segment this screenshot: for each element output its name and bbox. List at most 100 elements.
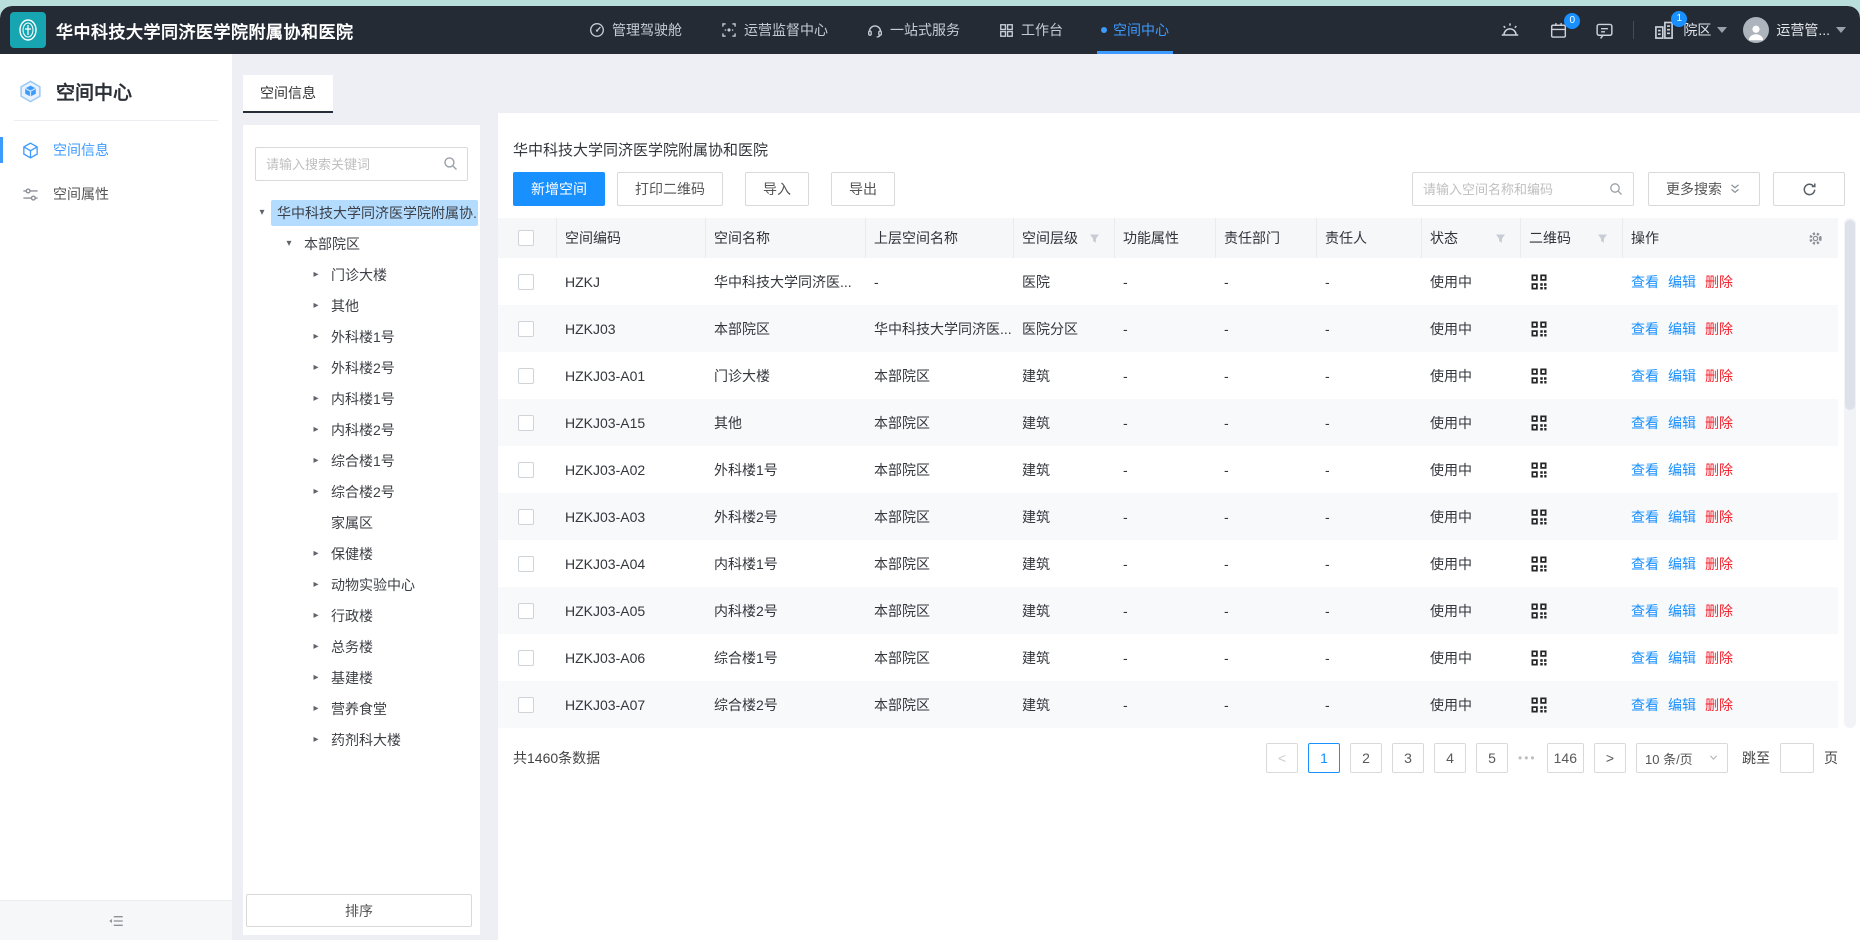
campus-icon[interactable]: 1 <box>1652 18 1676 42</box>
view-link[interactable]: 查看 <box>1631 460 1659 480</box>
page-button-last[interactable]: 146 <box>1547 743 1584 773</box>
nav-item-3[interactable]: 工作台 <box>998 6 1063 54</box>
delete-link[interactable]: 删除 <box>1705 554 1733 574</box>
page-button-3[interactable]: 3 <box>1392 743 1424 773</box>
qr-code-icon[interactable] <box>1529 648 1549 668</box>
user-label[interactable]: 运营管... <box>1776 20 1830 40</box>
row-checkbox[interactable] <box>518 321 534 337</box>
column-settings-icon[interactable] <box>1807 230 1824 247</box>
view-link[interactable]: 查看 <box>1631 554 1659 574</box>
filter-icon[interactable] <box>1596 232 1609 245</box>
qr-code-icon[interactable] <box>1529 507 1549 527</box>
tree-node[interactable]: ▸内科楼2号 <box>247 414 478 445</box>
view-link[interactable]: 查看 <box>1631 601 1659 621</box>
tree-node[interactable]: ▸其他 <box>247 290 478 321</box>
tree-node-label[interactable]: 总务楼 <box>325 634 379 660</box>
view-link[interactable]: 查看 <box>1631 507 1659 527</box>
delete-link[interactable]: 删除 <box>1705 601 1733 621</box>
tree-node-label[interactable]: 门诊大楼 <box>325 262 393 288</box>
tree-node[interactable]: ▾本部院区 <box>247 228 478 259</box>
caret-right-icon[interactable]: ▸ <box>307 641 325 652</box>
qr-code-icon[interactable] <box>1529 272 1549 292</box>
space-search-input[interactable] <box>1412 172 1634 206</box>
prev-page-button[interactable]: < <box>1266 743 1298 773</box>
user-caret-icon[interactable] <box>1836 27 1846 33</box>
tree-node-label[interactable]: 保健楼 <box>325 541 379 567</box>
edit-link[interactable]: 编辑 <box>1668 319 1696 339</box>
view-link[interactable]: 查看 <box>1631 319 1659 339</box>
qr-code-icon[interactable] <box>1529 460 1549 480</box>
caret-right-icon[interactable]: ▸ <box>307 362 325 373</box>
delete-link[interactable]: 删除 <box>1705 648 1733 668</box>
tree-node-label[interactable]: 外科楼1号 <box>325 324 401 350</box>
edit-link[interactable]: 编辑 <box>1668 648 1696 668</box>
todo-icon[interactable]: 0 <box>1548 20 1569 41</box>
row-checkbox[interactable] <box>518 556 534 572</box>
sort-button[interactable]: 排序 <box>246 894 472 927</box>
tree-node[interactable]: ▸门诊大楼 <box>247 259 478 290</box>
tree-node[interactable]: ▸总务楼 <box>247 631 478 662</box>
page-button-5[interactable]: 5 <box>1476 743 1508 773</box>
page-size-select[interactable]: 10 条/页 <box>1636 743 1728 773</box>
qr-code-icon[interactable] <box>1529 554 1549 574</box>
view-link[interactable]: 查看 <box>1631 413 1659 433</box>
delete-link[interactable]: 删除 <box>1705 460 1733 480</box>
row-checkbox[interactable] <box>518 274 534 290</box>
tree-node[interactable]: ▸基建楼 <box>247 662 478 693</box>
edit-link[interactable]: 编辑 <box>1668 601 1696 621</box>
delete-link[interactable]: 删除 <box>1705 319 1733 339</box>
avatar[interactable] <box>1743 17 1769 43</box>
add-space-button[interactable]: 新增空间 <box>513 172 605 206</box>
tree-node[interactable]: ▸行政楼 <box>247 600 478 631</box>
tree-node[interactable]: ▸综合楼2号 <box>247 476 478 507</box>
tree-node-label[interactable]: 药剂科大楼 <box>325 727 407 753</box>
tree-node-label[interactable]: 综合楼1号 <box>325 448 401 474</box>
row-checkbox[interactable] <box>518 650 534 666</box>
campus-caret-icon[interactable] <box>1717 27 1727 33</box>
edit-link[interactable]: 编辑 <box>1668 695 1696 715</box>
page-button-2[interactable]: 2 <box>1350 743 1382 773</box>
edit-link[interactable]: 编辑 <box>1668 413 1696 433</box>
qr-code-icon[interactable] <box>1529 366 1549 386</box>
caret-right-icon[interactable]: ▸ <box>307 579 325 590</box>
qr-code-icon[interactable] <box>1529 319 1549 339</box>
caret-right-icon[interactable]: ▸ <box>307 269 325 280</box>
tree-node[interactable]: ▸内科楼1号 <box>247 383 478 414</box>
view-link[interactable]: 查看 <box>1631 366 1659 386</box>
sidebar-item-1[interactable]: 空间属性 <box>0 172 232 216</box>
tree-node-label[interactable]: 综合楼2号 <box>325 479 401 505</box>
menu-fold-icon[interactable] <box>107 912 125 930</box>
tree-node[interactable]: ▸动物实验中心 <box>247 569 478 600</box>
nav-item-2[interactable]: 一站式服务 <box>866 6 960 54</box>
row-checkbox[interactable] <box>518 368 534 384</box>
row-checkbox[interactable] <box>518 509 534 525</box>
tree-node-label[interactable]: 营养食堂 <box>325 696 393 722</box>
tree-node-label[interactable]: 行政楼 <box>325 603 379 629</box>
delete-link[interactable]: 删除 <box>1705 366 1733 386</box>
tree-node-label[interactable]: 本部院区 <box>298 231 366 257</box>
view-link[interactable]: 查看 <box>1631 695 1659 715</box>
row-checkbox[interactable] <box>518 462 534 478</box>
tree-node[interactable]: ▸营养食堂 <box>247 693 478 724</box>
edit-link[interactable]: 编辑 <box>1668 272 1696 292</box>
page-button-1[interactable]: 1 <box>1308 743 1340 773</box>
filter-icon[interactable] <box>1088 232 1101 245</box>
caret-right-icon[interactable]: ▸ <box>307 300 325 311</box>
view-link[interactable]: 查看 <box>1631 648 1659 668</box>
delete-link[interactable]: 删除 <box>1705 413 1733 433</box>
edit-link[interactable]: 编辑 <box>1668 366 1696 386</box>
tree-node[interactable]: ▸药剂科大楼 <box>247 724 478 755</box>
tree-node-label[interactable]: 内科楼2号 <box>325 417 401 443</box>
qr-code-icon[interactable] <box>1529 695 1549 715</box>
sidebar-collapse-bar[interactable] <box>0 900 232 940</box>
caret-right-icon[interactable]: ▸ <box>307 703 325 714</box>
caret-right-icon[interactable]: ▸ <box>307 486 325 497</box>
qr-code-icon[interactable] <box>1529 413 1549 433</box>
row-checkbox[interactable] <box>518 415 534 431</box>
delete-link[interactable]: 删除 <box>1705 695 1733 715</box>
refresh-button[interactable] <box>1773 172 1845 206</box>
qr-code-icon[interactable] <box>1529 601 1549 621</box>
tree-node[interactable]: ▸外科楼1号 <box>247 321 478 352</box>
tree-node-label[interactable]: 动物实验中心 <box>325 572 421 598</box>
tree-node-label[interactable]: 华中科技大学同济医学院附属协... <box>271 200 478 226</box>
